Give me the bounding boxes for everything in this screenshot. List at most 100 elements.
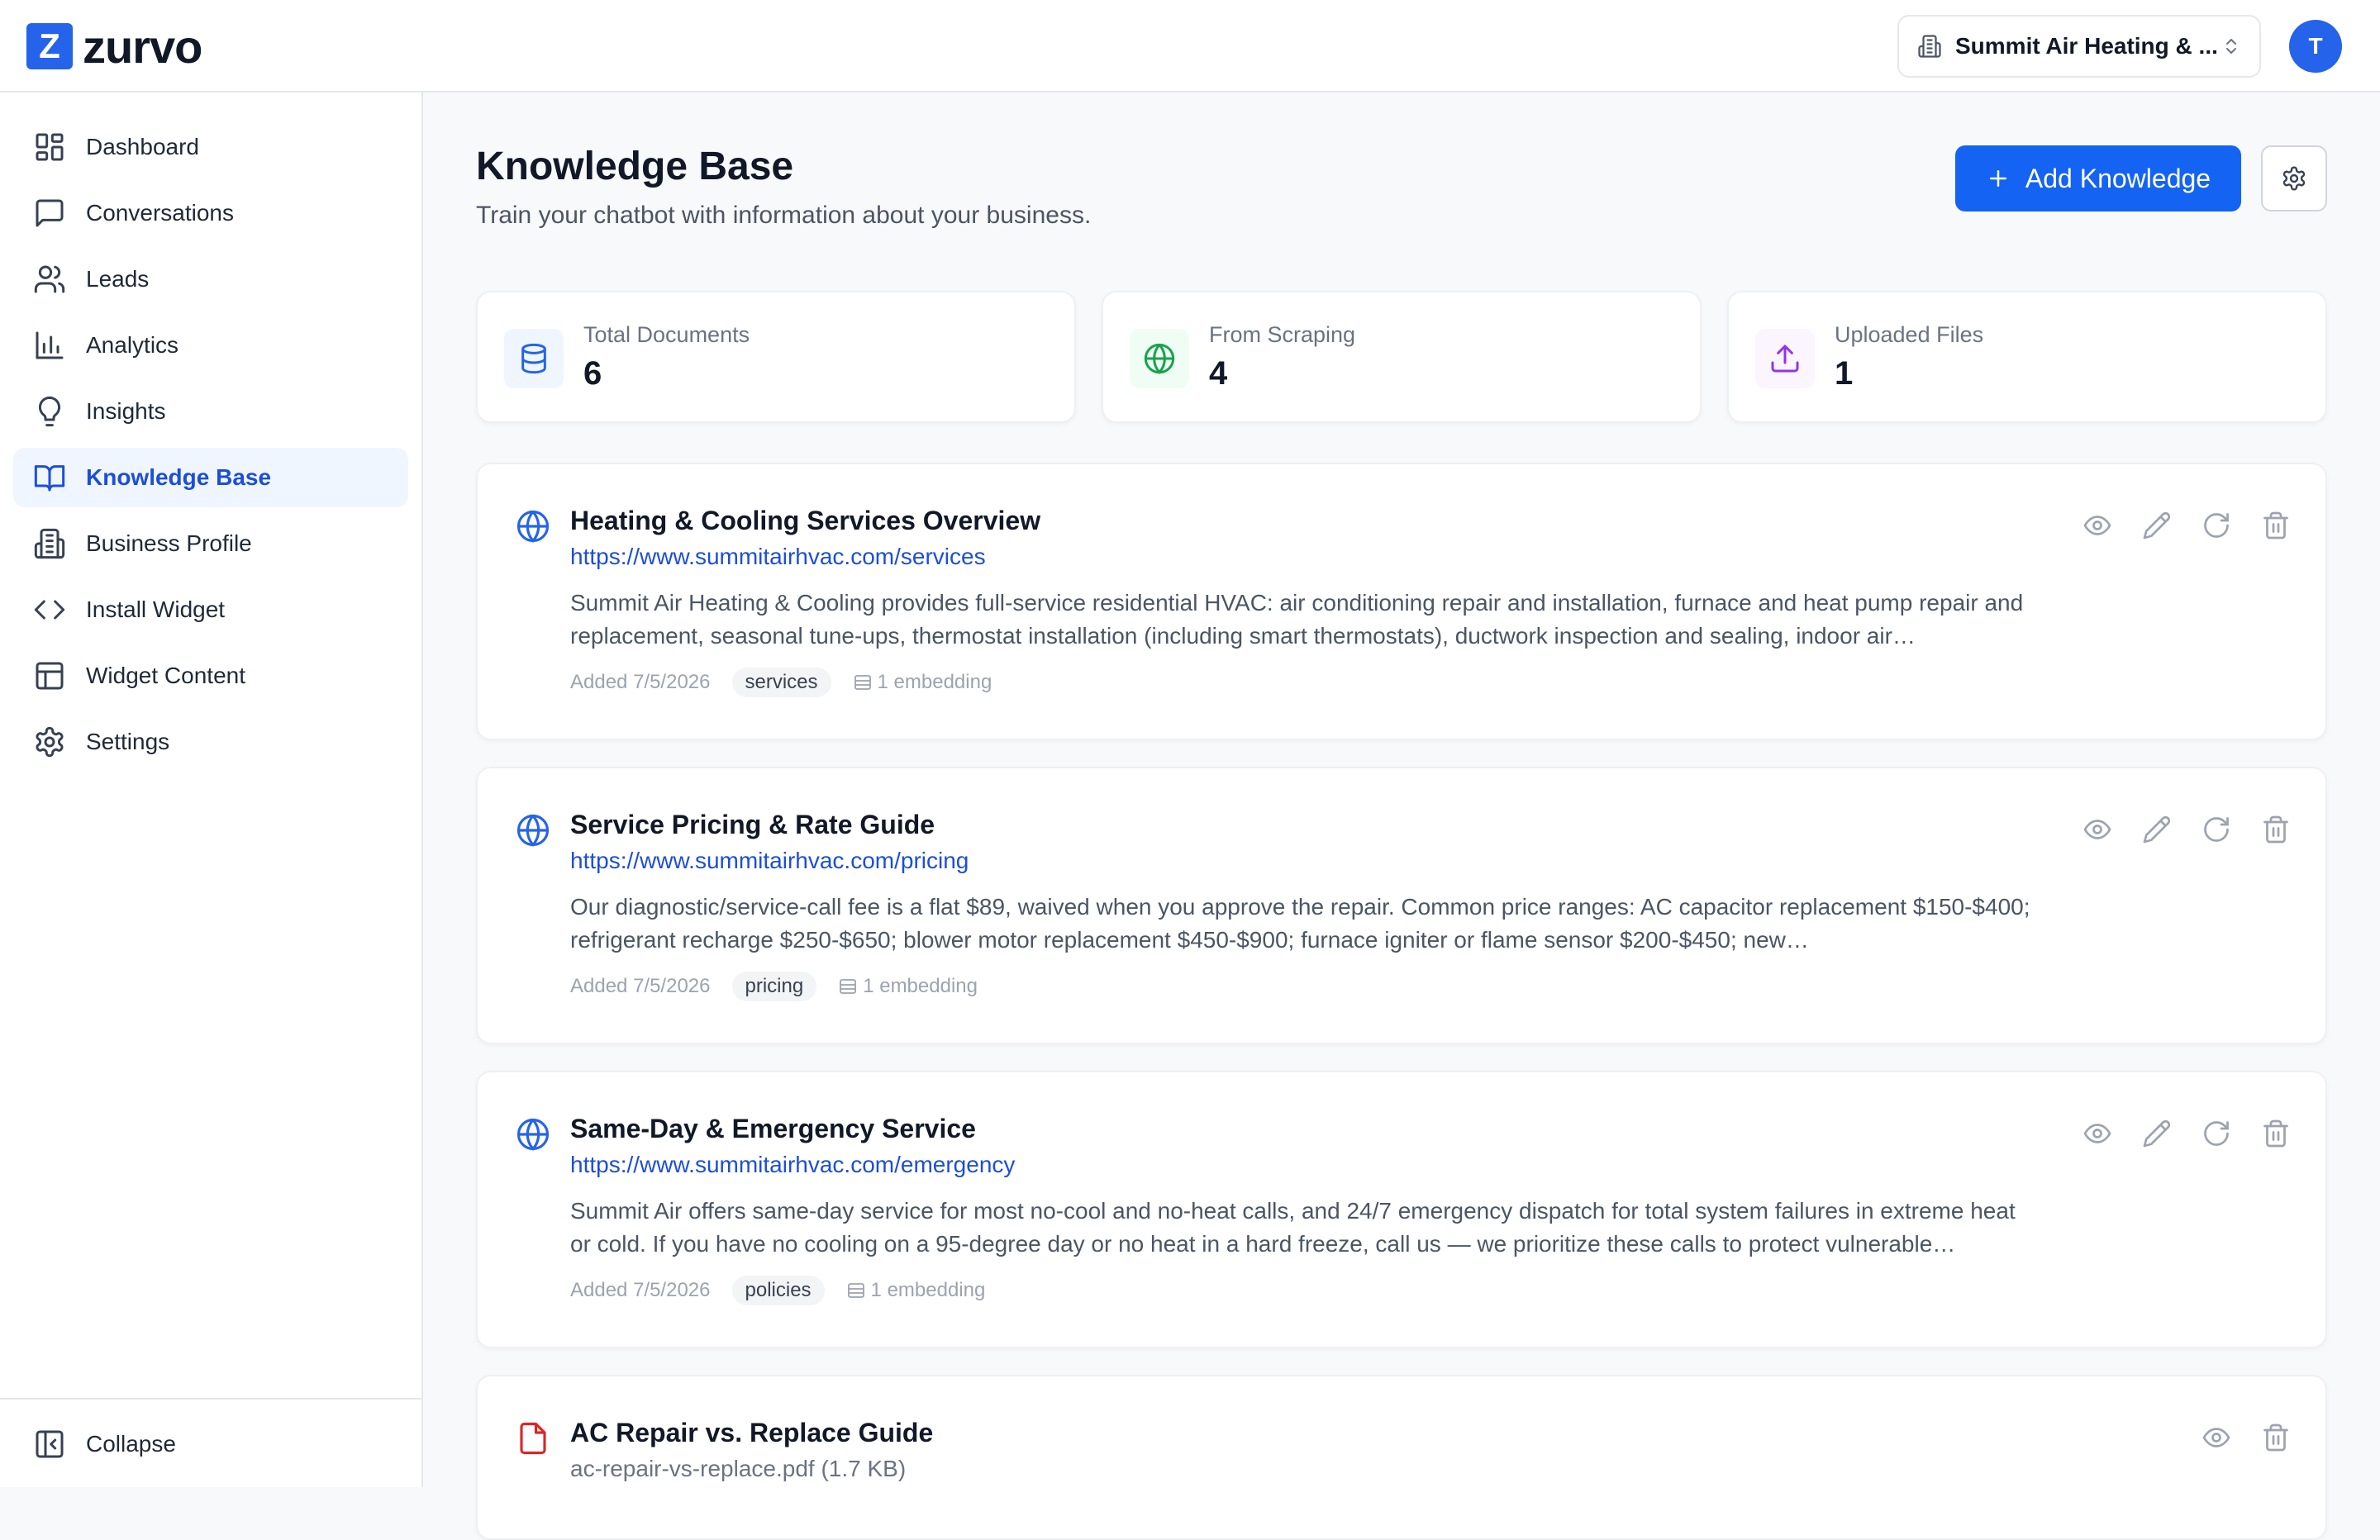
collapse-label: Collapse: [86, 1431, 176, 1457]
eye-icon: [2083, 516, 2111, 535]
logo[interactable]: Z zurvo: [26, 21, 202, 73]
trash-icon: [2263, 815, 2288, 844]
document-url-link[interactable]: https://www.summitairhvac.com/services: [570, 544, 986, 570]
refresh-icon: [2204, 1121, 2229, 1146]
edit-button[interactable]: [2140, 813, 2173, 846]
sidebar-item-business-profile[interactable]: Business Profile: [13, 514, 408, 573]
document-embeddings: 1 embedding: [846, 1279, 985, 1302]
stat-label: Uploaded Files: [1835, 322, 1984, 347]
sidebar-item-install-widget[interactable]: Install Widget: [13, 580, 408, 639]
sidebar-item-widget-content[interactable]: Widget Content: [13, 646, 408, 706]
globe-icon: [516, 510, 550, 543]
refresh-icon: [2204, 817, 2229, 842]
plus-icon: [1989, 170, 2006, 187]
delete-button[interactable]: [2259, 813, 2292, 846]
document-tag: pricing: [731, 972, 817, 1001]
upload-icon: [1771, 345, 1799, 373]
globe-icon: [516, 1118, 550, 1151]
delete-button[interactable]: [2259, 1421, 2292, 1454]
view-button[interactable]: [2081, 1117, 2114, 1150]
document-actions: [2054, 813, 2292, 846]
business-name: Summit Air Heating & ...: [1955, 33, 2218, 59]
refresh-button[interactable]: [2200, 813, 2233, 846]
sidebar-item-leads[interactable]: Leads: [13, 250, 408, 309]
add-knowledge-button[interactable]: Add Knowledge: [1955, 145, 2241, 212]
document-title: Service Pricing & Rate Guide: [570, 810, 935, 839]
document-card[interactable]: Same-Day & Emergency Service https://www…: [476, 1071, 2327, 1348]
sidebar-item-label: Settings: [86, 729, 170, 754]
user-avatar[interactable]: T: [2289, 20, 2342, 73]
sidebar-item-label: Knowledge Base: [86, 464, 272, 490]
view-button[interactable]: [2081, 813, 2114, 846]
sidebar: Dashboard Conversations Leads Analytics …: [0, 93, 423, 1487]
document-title: Heating & Cooling Services Overview: [570, 506, 1041, 535]
stat-label: From Scraping: [1209, 322, 1356, 347]
stat-value: 1: [1835, 355, 1854, 392]
view-button[interactable]: [2200, 1421, 2233, 1454]
document-embeddings: 1 embedding: [838, 975, 978, 998]
sidebar-footer: Collapse: [0, 1398, 421, 1487]
document-tag: policies: [731, 1276, 825, 1305]
sidebar-item-dashboard[interactable]: Dashboard: [13, 117, 408, 177]
stat-label: Total Documents: [583, 322, 750, 347]
collapse-button[interactable]: Collapse: [13, 1414, 408, 1474]
stat-card-total-documents: Total Documents 6: [476, 291, 1076, 423]
document-added-date: Added 7/5/2026: [570, 1279, 711, 1301]
document-meta: Added 7/5/2026 services 1 embedding: [570, 668, 992, 697]
eye-icon: [2083, 820, 2111, 839]
document-title: Same-Day & Emergency Service: [570, 1114, 976, 1143]
sidebar-item-label: Install Widget: [86, 597, 226, 622]
knowledge-settings-button[interactable]: [2261, 145, 2327, 212]
sidebar-item-knowledge-base[interactable]: Knowledge Base: [13, 448, 408, 507]
chevron-up-down-icon: [2226, 39, 2236, 54]
sidebar-item-settings[interactable]: Settings: [13, 712, 408, 772]
trash-icon: [2263, 511, 2288, 539]
delete-button[interactable]: [2259, 509, 2292, 542]
edit-button[interactable]: [2140, 1117, 2173, 1150]
lightbulb-icon: [38, 396, 61, 427]
pencil-icon: [2143, 1119, 2171, 1148]
document-url-link[interactable]: https://www.summitairhvac.com/emergency: [570, 1152, 1015, 1178]
document-added-date: Added 7/5/2026: [570, 975, 711, 997]
stat-value: 4: [1209, 355, 1228, 392]
stat-icon-box: [1130, 329, 1189, 388]
users-icon: [34, 265, 65, 293]
file-icon: [520, 1422, 546, 1455]
document-tag: services: [731, 668, 831, 697]
building-icon: [1918, 35, 1941, 58]
sidebar-item-analytics[interactable]: Analytics: [13, 316, 408, 375]
refresh-button[interactable]: [2200, 1117, 2233, 1150]
book-icon: [34, 465, 65, 492]
document-excerpt: Summit Air offers same-day service for m…: [570, 1198, 2016, 1257]
delete-button[interactable]: [2259, 1117, 2292, 1150]
chat-icon: [36, 199, 64, 227]
stats-row: Total Documents 6 From Scraping 4 Upload…: [476, 291, 2327, 423]
document-url-link[interactable]: https://www.summitairhvac.com/pricing: [570, 848, 969, 874]
sidebar-item-label: Analytics: [86, 332, 179, 358]
refresh-button[interactable]: [2200, 509, 2233, 542]
collapse-icon: [36, 1430, 64, 1458]
view-button[interactable]: [2081, 509, 2114, 542]
edit-button[interactable]: [2140, 509, 2173, 542]
database-icon: [847, 1283, 864, 1298]
dashboard-icon: [36, 133, 64, 161]
stat-icon-box: [504, 329, 564, 388]
document-excerpt: Our diagnostic/service-call fee is a fla…: [570, 894, 2030, 953]
document-embeddings: 1 embedding: [853, 671, 992, 694]
building-icon: [34, 528, 65, 559]
sidebar-item-conversations[interactable]: Conversations: [13, 183, 408, 243]
sidebar-item-label: Business Profile: [86, 530, 252, 556]
logo-mark: Z: [26, 23, 73, 69]
document-card[interactable]: Service Pricing & Rate Guide https://www…: [476, 767, 2327, 1044]
sidebar-item-insights[interactable]: Insights: [13, 382, 408, 441]
document-excerpt: Summit Air Heating & Cooling provides fu…: [570, 590, 2024, 649]
code-icon: [34, 600, 65, 620]
embedding-count: 1 embedding: [877, 671, 992, 693]
document-actions: [2054, 1117, 2292, 1150]
document-actions: [2054, 509, 2292, 542]
document-card[interactable]: Heating & Cooling Services Overview http…: [476, 463, 2327, 740]
gear-icon: [2282, 166, 2306, 191]
business-selector[interactable]: Summit Air Heating & ...: [1897, 15, 2261, 78]
document-added-date: Added 7/5/2026: [570, 671, 711, 693]
document-card[interactable]: AC Repair vs. Replace Guide ac-repair-vs…: [476, 1375, 2327, 1540]
